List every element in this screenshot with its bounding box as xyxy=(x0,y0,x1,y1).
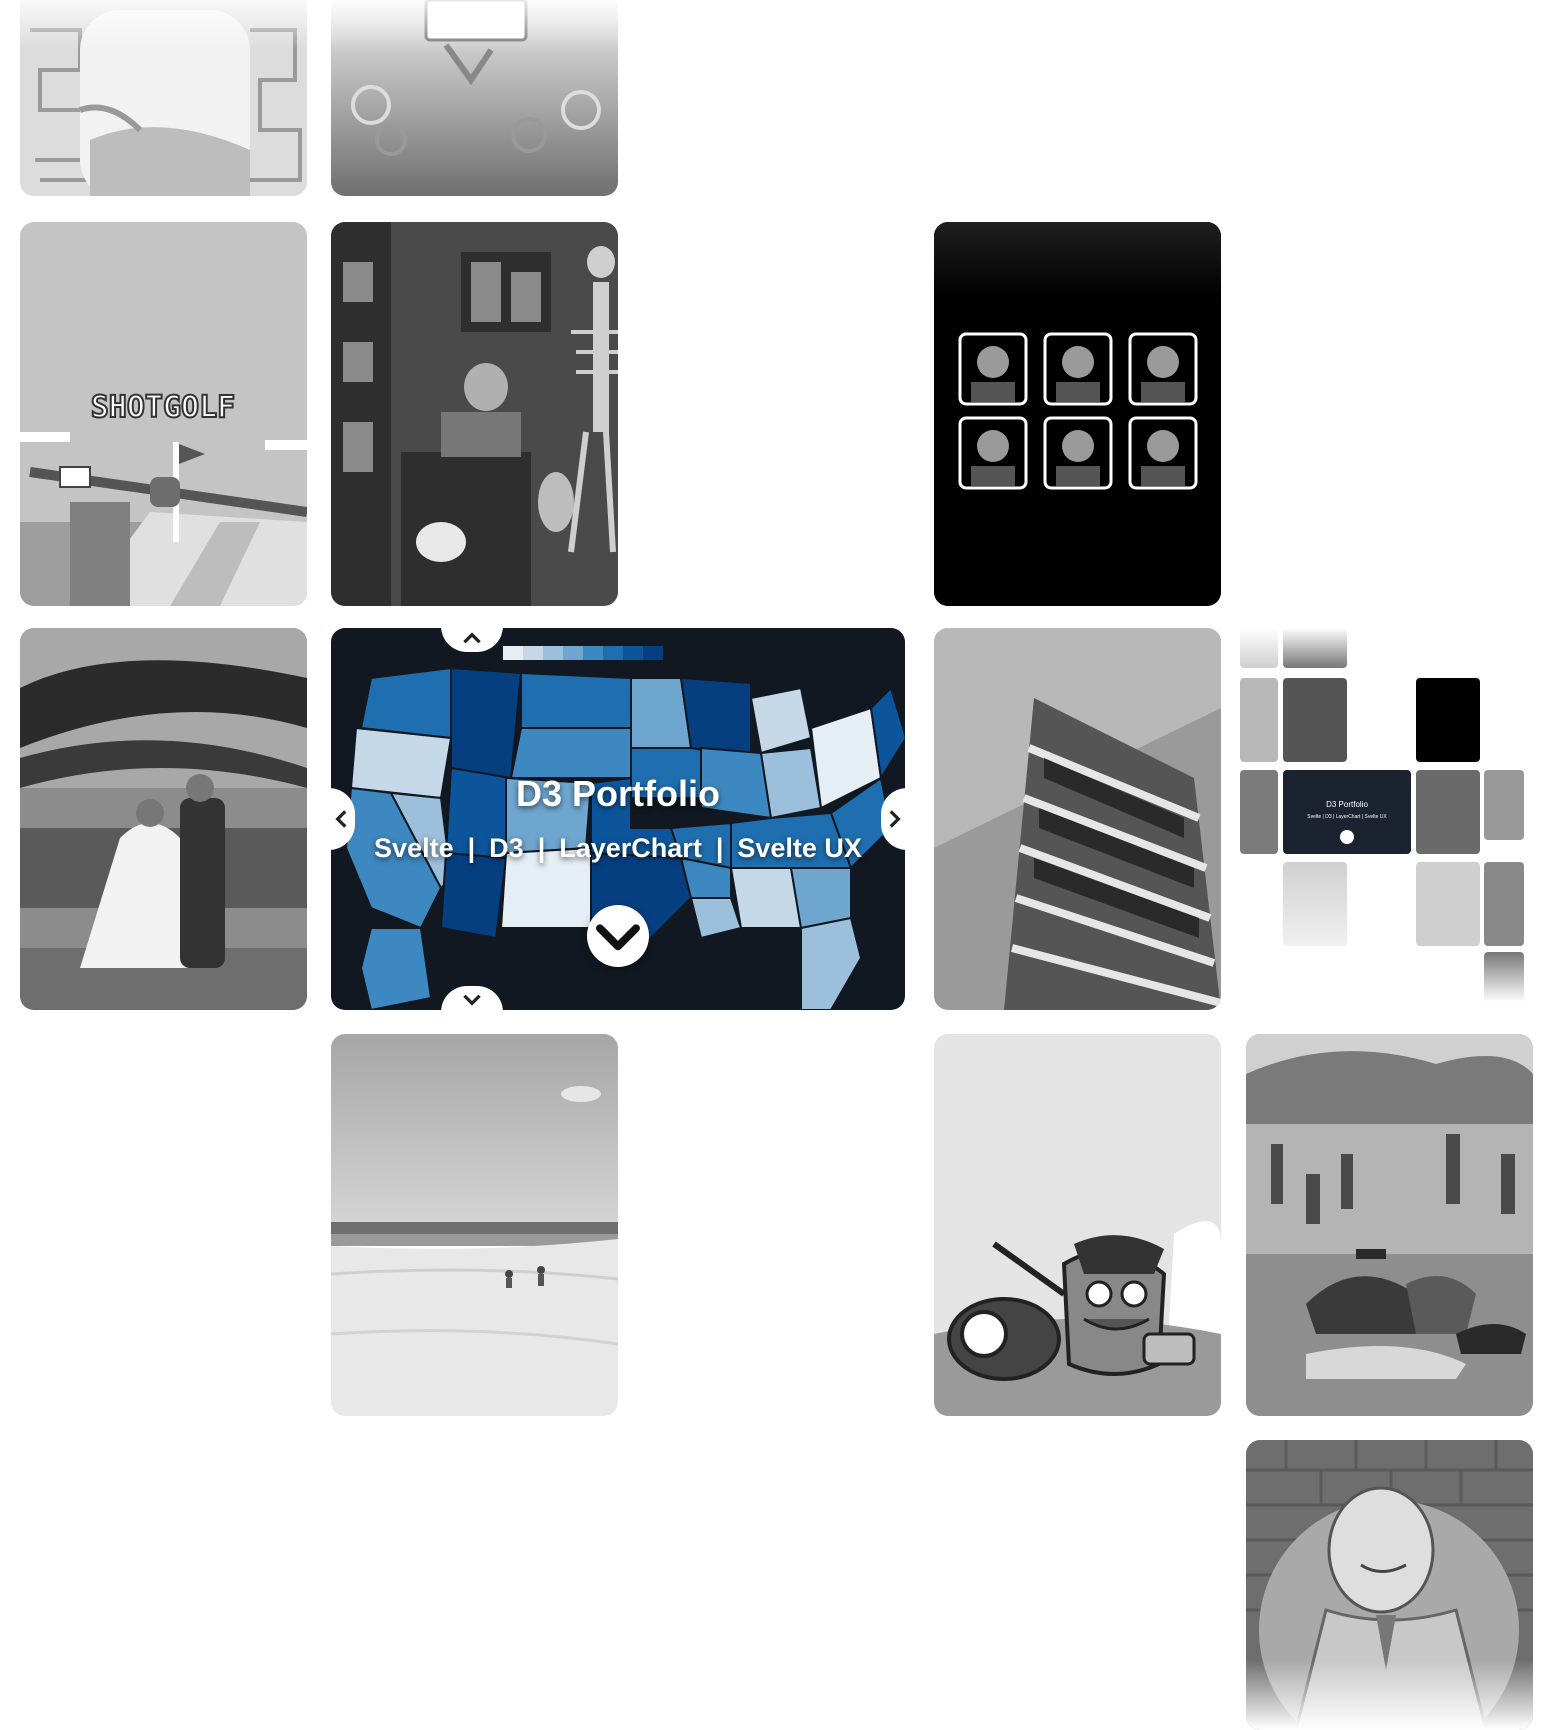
nav-up-button[interactable] xyxy=(441,628,503,652)
featured-project-title: D3 Portfolio xyxy=(516,773,720,814)
portfolio-tile-cartoon-bald-man[interactable] xyxy=(1246,1440,1533,1730)
portfolio-tile-beach[interactable] xyxy=(331,1034,618,1416)
minimap-tile[interactable] xyxy=(1416,678,1480,762)
chevron-up-icon xyxy=(463,632,481,644)
pixel-avatars-image xyxy=(934,222,1221,606)
map-legend xyxy=(503,646,663,660)
portfolio-tile-shotgolf[interactable]: SHOTGOLF xyxy=(20,222,307,606)
portfolio-tile-portrait-maze[interactable] xyxy=(20,0,307,196)
minimap-current-view[interactable]: D3 Portfolio Svelte | D3 | LayerChart | … xyxy=(1283,770,1411,854)
nav-left-button[interactable] xyxy=(331,788,355,850)
minimap-expand-icon xyxy=(1340,830,1354,844)
tag-layerchart: LayerChart xyxy=(559,833,702,863)
chevron-right-icon xyxy=(889,810,901,828)
minimap-title: D3 Portfolio xyxy=(1326,800,1368,809)
portfolio-tile-pixel-logo[interactable] xyxy=(331,0,618,196)
tag-svelte-ux: Svelte UX xyxy=(737,833,862,863)
wedding-photo-image xyxy=(20,628,307,1010)
tag-separator: | xyxy=(467,833,476,863)
portfolio-tile-pointillism-painting[interactable] xyxy=(1246,1034,1533,1416)
legend-swatch xyxy=(523,646,543,660)
legend-swatch xyxy=(603,646,623,660)
portfolio-tile-wedding[interactable] xyxy=(20,628,307,1010)
minimap-tile[interactable] xyxy=(1484,952,1524,1002)
chevron-left-icon xyxy=(335,810,347,828)
pointillism-painting-image xyxy=(1246,1034,1533,1416)
building-photo-image xyxy=(934,628,1221,1010)
portfolio-tile-curiosity-cabinet[interactable] xyxy=(331,222,618,606)
shotgolf-title: SHOTGOLF xyxy=(91,390,236,425)
minimap-tile[interactable] xyxy=(1240,678,1278,762)
chevron-down-icon xyxy=(596,924,640,951)
minimap-tile[interactable] xyxy=(1283,628,1347,668)
featured-project-card[interactable]: D3 Portfolio Svelte | D3 | LayerChart | Svelte… xyxy=(331,628,905,1010)
beach-photo-image xyxy=(331,1034,618,1416)
minimap-tile[interactable] xyxy=(1416,770,1480,854)
tag-separator: | xyxy=(537,833,546,863)
expand-project-button[interactable] xyxy=(587,905,649,967)
legend-swatch xyxy=(563,646,583,660)
pirate-cartoon-image xyxy=(934,1034,1221,1416)
cartoon-bald-man-image xyxy=(1246,1440,1533,1730)
nav-right-button[interactable] xyxy=(881,788,905,850)
minimap-tile[interactable] xyxy=(1283,862,1347,946)
minimap-tile[interactable] xyxy=(1240,770,1278,854)
portfolio-tile-building[interactable] xyxy=(934,628,1221,1010)
minimap-tile[interactable] xyxy=(1484,770,1524,840)
minimap-navigator[interactable]: D3 Portfolio Svelte | D3 | LayerChart | … xyxy=(1240,628,1528,1010)
pixel-logo-image xyxy=(331,0,618,196)
portfolio-tile-pirate-cartoon[interactable] xyxy=(934,1034,1221,1416)
minimap-tile[interactable] xyxy=(1283,678,1347,762)
nav-down-button[interactable] xyxy=(441,986,503,1010)
minimap-tile[interactable] xyxy=(1484,862,1524,946)
legend-swatch xyxy=(583,646,603,660)
tag-separator: | xyxy=(715,833,724,863)
curiosity-cabinet-image xyxy=(331,222,618,606)
legend-swatch xyxy=(503,646,523,660)
featured-project-tags: Svelte | D3 | LayerChart | Svelte UX xyxy=(331,833,905,864)
shotgolf-game-image: SHOTGOLF xyxy=(20,222,307,606)
tag-d3: D3 xyxy=(489,833,524,863)
tag-svelte: Svelte xyxy=(374,833,454,863)
legend-swatch xyxy=(543,646,563,660)
chevron-down-icon xyxy=(463,994,481,1006)
minimap-tile[interactable] xyxy=(1240,628,1278,668)
portrait-maze-image xyxy=(20,0,307,196)
minimap-tags: Svelte | D3 | LayerChart | Svelte UX xyxy=(1307,814,1387,820)
legend-swatch xyxy=(643,646,663,660)
minimap-tile[interactable] xyxy=(1416,862,1480,946)
portfolio-tile-pixel-avatars[interactable] xyxy=(934,222,1221,606)
legend-swatch xyxy=(623,646,643,660)
